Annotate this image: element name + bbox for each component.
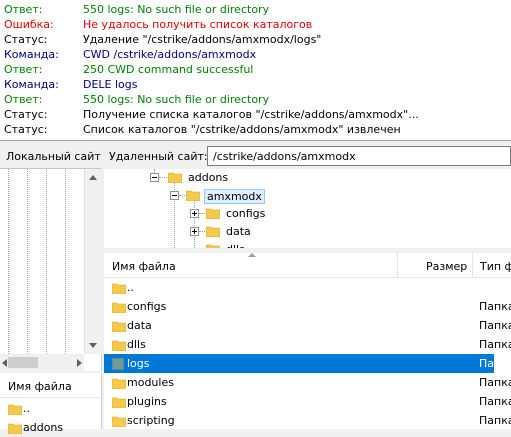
file-type: Папка — [479, 376, 511, 389]
file-row[interactable]: .. — [104, 278, 494, 297]
remote-directory-tree[interactable]: addons amxmodx configs data dlls — [104, 169, 511, 249]
local-tree-horizontal-scrollbar[interactable] — [0, 354, 84, 371]
file-row[interactable]: modules Папка — [104, 373, 511, 392]
log-message: DELE logs — [83, 78, 138, 91]
tree-node-label: addons — [188, 171, 229, 184]
folder-icon — [112, 339, 126, 351]
file-row[interactable]: scripting Папка — [104, 411, 511, 429]
file-row[interactable]: data Папка — [104, 316, 511, 335]
expand-configs-icon[interactable] — [190, 209, 199, 218]
collapse-amxmodx-icon[interactable] — [170, 191, 179, 200]
expand-data-icon[interactable] — [190, 227, 199, 236]
column-header-name[interactable]: Имя файла — [112, 260, 176, 273]
log-label: Ответ: — [4, 93, 43, 106]
scroll-left-icon[interactable] — [2, 359, 7, 367]
file-name: scripting — [127, 414, 175, 427]
file-type: Папка — [479, 319, 511, 332]
local-list-item[interactable]: .. — [0, 399, 100, 418]
local-item-name: addons — [23, 421, 64, 434]
local-site-label: Локальный сайт — [6, 150, 101, 163]
folder-icon — [206, 225, 220, 237]
message-log: Ответ: 550 logs: No such file or directo… — [0, 0, 511, 141]
folder-icon — [112, 301, 126, 313]
log-label: Статус: — [4, 108, 48, 121]
folder-icon — [8, 403, 22, 415]
file-type: Папка — [479, 300, 511, 313]
folder-icon — [112, 396, 126, 408]
column-header-size[interactable]: Размер — [426, 260, 467, 273]
local-file-list[interactable]: Имя файла .. addons — [0, 373, 102, 434]
file-name: logs — [127, 357, 150, 370]
file-row-selected[interactable]: logs Папка — [104, 354, 511, 373]
folder-icon — [186, 189, 200, 201]
folder-icon — [8, 422, 22, 434]
log-label: Команда: — [4, 78, 59, 91]
log-message: Получение списка каталогов "/cstrike/add… — [83, 108, 419, 121]
sort-ascending-icon — [248, 253, 256, 257]
collapse-addons-icon[interactable] — [150, 173, 159, 182]
file-type: Папка — [479, 357, 511, 370]
remote-path-input[interactable]: /cstrike/addons/amxmodx — [207, 146, 511, 166]
remote-site-bar: Удаленный сайт: /cstrike/addons/amxmodx — [104, 146, 511, 168]
log-message: 250 CWD command successful — [83, 63, 254, 76]
file-row[interactable]: plugins Папка — [104, 392, 511, 411]
local-list-header-name[interactable]: Имя файла — [0, 373, 100, 398]
folder-icon — [168, 171, 182, 183]
local-site-bar: Локальный сайт — [0, 146, 101, 169]
scroll-thumb[interactable] — [8, 357, 38, 368]
folder-icon — [112, 282, 126, 294]
folder-icon — [206, 207, 220, 219]
file-name: configs — [127, 300, 167, 313]
column-header-type[interactable]: Тип фа — [480, 260, 511, 273]
file-name: modules — [127, 376, 174, 389]
file-name: dlls — [127, 338, 146, 351]
scroll-up-icon[interactable] — [89, 175, 97, 180]
file-row[interactable]: dlls Папка — [104, 335, 511, 354]
file-name: .. — [127, 281, 134, 294]
remote-list-header: Имя файла Размер Тип фа — [104, 253, 511, 278]
log-label: Команда: — [4, 48, 59, 61]
tree-node-label: amxmodx — [204, 189, 265, 204]
file-type: Папка — [479, 338, 511, 351]
local-item-name: .. — [23, 402, 30, 415]
log-message: CWD /cstrike/addons/amxmodx — [83, 48, 257, 61]
log-label: Статус: — [4, 33, 48, 46]
scroll-down-icon[interactable] — [89, 343, 97, 348]
folder-icon — [112, 415, 126, 427]
file-name: plugins — [127, 395, 167, 408]
log-label: Статус: — [4, 123, 48, 136]
log-message: Не удалось получить список каталогов — [83, 18, 313, 31]
scroll-right-icon[interactable] — [77, 359, 82, 367]
log-label: Ошибка: — [4, 18, 54, 31]
tree-node-label: configs — [226, 207, 266, 220]
folder-icon — [112, 320, 126, 332]
tree-node-label: data — [226, 225, 251, 238]
folder-icon — [112, 377, 126, 389]
log-message: Список каталогов "/cstrike/addons/amxmod… — [83, 123, 401, 136]
file-name: data — [127, 319, 152, 332]
log-message: Удаление "/cstrike/addons/amxmodx/logs" — [83, 33, 322, 46]
folder-teal-icon — [112, 358, 126, 370]
log-label: Ответ: — [4, 3, 43, 16]
log-label: Ответ: — [4, 63, 43, 76]
file-type: Папка — [479, 414, 511, 427]
local-list-item[interactable]: addons — [0, 418, 100, 437]
remote-site-label: Удаленный сайт: — [109, 150, 208, 163]
log-message: 550 logs: No such file or directory — [83, 3, 270, 16]
file-row[interactable]: configs Папка — [104, 297, 511, 316]
log-message: 550 logs: No such file or directory — [83, 93, 270, 106]
column-header-label: Имя файла — [8, 380, 72, 393]
local-tree-vertical-scrollbar[interactable] — [84, 169, 102, 354]
remote-file-list[interactable]: Имя файла Размер Тип фа .. configs Папка… — [104, 253, 511, 429]
file-type: Папка — [479, 395, 511, 408]
